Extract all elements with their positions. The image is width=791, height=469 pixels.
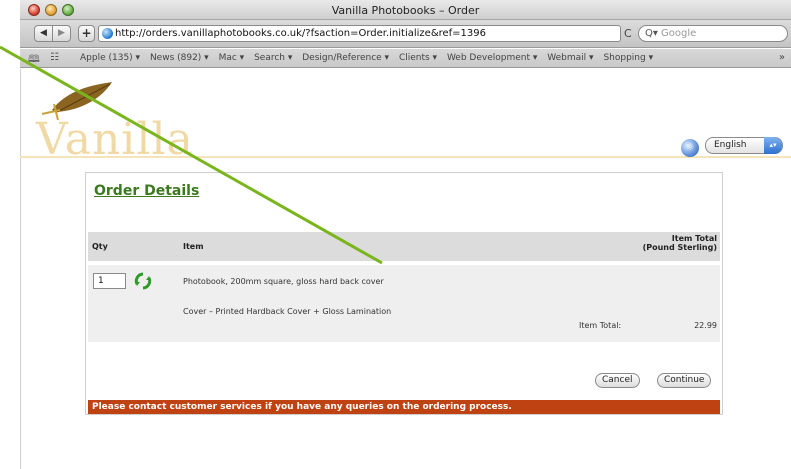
- reload-button[interactable]: C: [624, 27, 632, 40]
- search-input[interactable]: Q▾ Google: [638, 25, 788, 42]
- item-total-value: 22.99: [694, 321, 717, 330]
- item-total-label: Item Total:: [579, 321, 622, 330]
- table-row: 1 Photobook, 200mm square, gloss hard ba…: [88, 265, 720, 342]
- header-total-line1: Item Total: [671, 234, 717, 243]
- site-logo[interactable]: Vanilla: [32, 82, 202, 170]
- header-divider: [20, 156, 791, 158]
- header-qty: Qty: [92, 242, 108, 251]
- table-header: Qty Item Item Total (Pound Sterling): [88, 232, 720, 261]
- bookmark-clients[interactable]: Clients ▾: [399, 53, 437, 63]
- browser-toolbar: ◀ ▶ + http://orders.vanillaphotobooks.co…: [20, 20, 791, 48]
- bookmark-web-development[interactable]: Web Development ▾: [447, 53, 537, 63]
- bookmark-search[interactable]: Search ▾: [254, 53, 292, 63]
- back-button[interactable]: ◀: [34, 25, 53, 42]
- search-icon: Q▾: [645, 28, 658, 39]
- bookmark-news[interactable]: News (892) ▾: [150, 53, 209, 63]
- language-globe-icon: ☼: [681, 139, 699, 157]
- select-arrows-icon: ▴▾: [764, 137, 782, 154]
- url-text: http://orders.vanillaphotobooks.co.uk/?f…: [115, 28, 487, 39]
- bookmark-list: Apple (135) ▾ News (892) ▾ Mac ▾ Search …: [80, 53, 660, 63]
- address-bar[interactable]: http://orders.vanillaphotobooks.co.uk/?f…: [98, 25, 621, 42]
- window-titlebar: Vanilla Photobooks – Order: [20, 0, 791, 20]
- order-panel: Order Details Qty Item Item Total (Pound…: [85, 172, 723, 415]
- help-notice: Please contact customer services if you …: [88, 400, 720, 414]
- page-title: Order Details: [94, 183, 200, 199]
- add-bookmark-button[interactable]: +: [78, 25, 95, 42]
- quantity-input[interactable]: 1: [93, 273, 126, 289]
- item-cover-option: Cover – Printed Hardback Cover + Gloss L…: [183, 307, 392, 316]
- more-bookmarks-button[interactable]: »: [779, 52, 785, 63]
- bookmark-shopping[interactable]: Shopping ▾: [603, 53, 653, 63]
- window-edge: [20, 69, 21, 469]
- header-item: Item: [183, 242, 204, 251]
- item-name: Photobook, 200mm square, gloss hard back…: [183, 277, 384, 286]
- bookmarks-bar: 🕮 ☷ Apple (135) ▾ News (892) ▾ Mac ▾ Sea…: [20, 49, 791, 68]
- refresh-icon[interactable]: [134, 272, 152, 290]
- globe-icon: [102, 28, 113, 39]
- bookmark-webmail[interactable]: Webmail ▾: [547, 53, 593, 63]
- bookmark-mac[interactable]: Mac ▾: [219, 53, 245, 63]
- header-total-line2: (Pound Sterling): [642, 243, 717, 252]
- header-item-total: Item Total (Pound Sterling): [643, 234, 717, 252]
- bookmark-design-reference[interactable]: Design/Reference ▾: [302, 53, 389, 63]
- grid-icon[interactable]: ☷: [50, 52, 59, 63]
- cancel-button[interactable]: Cancel: [595, 373, 640, 388]
- language-value: English: [714, 140, 747, 150]
- language-select[interactable]: English ▴▾: [705, 137, 783, 154]
- forward-button[interactable]: ▶: [52, 25, 71, 42]
- book-icon[interactable]: 🕮: [28, 52, 40, 67]
- search-placeholder: Google: [661, 28, 697, 39]
- bookmark-apple[interactable]: Apple (135) ▾: [80, 53, 140, 63]
- window-title: Vanilla Photobooks – Order: [331, 4, 480, 17]
- continue-button[interactable]: Continue: [657, 373, 712, 388]
